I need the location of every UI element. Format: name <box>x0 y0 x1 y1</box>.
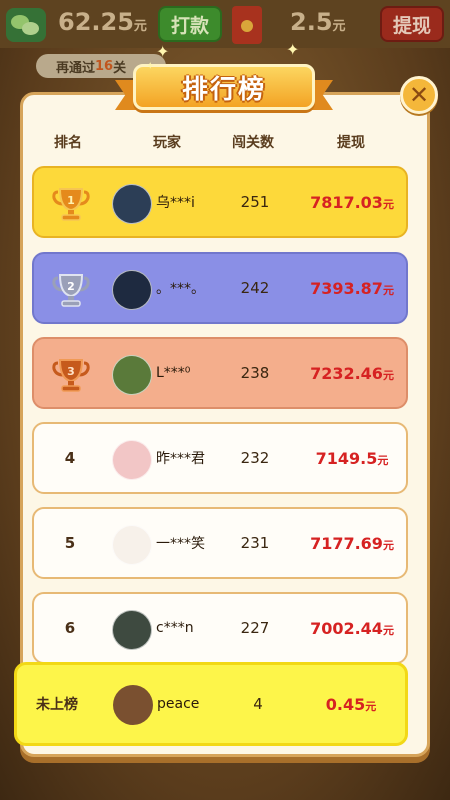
my-rank: 未上榜 <box>36 697 78 713</box>
my-levels: 4 <box>253 695 263 713</box>
wechat-icon <box>6 8 46 42</box>
wechat-balance: 62.25元 <box>58 8 147 36</box>
dakuan-button[interactable]: 打款 <box>158 6 222 42</box>
table-row: 5 一***笑 231 7177.69 元 <box>32 507 408 579</box>
header-withdraw: 提现 <box>337 135 365 151</box>
avatar <box>113 685 153 725</box>
player-name: c***n <box>156 620 194 636</box>
table-row: 1 乌***i 251 7817.03 元 <box>32 166 408 238</box>
withdraw-amount: 7149.5 元 <box>315 448 389 468</box>
avatar <box>112 355 152 395</box>
avatar <box>112 184 152 224</box>
svg-text:2: 2 <box>67 280 75 293</box>
trophy-icon: 3 <box>52 359 90 392</box>
avatar <box>112 525 152 565</box>
page-title: 排行榜 <box>181 74 266 105</box>
my-amount: 0.45 元 <box>325 694 377 714</box>
level-count: 242 <box>240 279 270 297</box>
avatar <box>112 270 152 310</box>
header-player: 玩家 <box>153 135 181 151</box>
table-header: 排名 玩家 闯关数 提现 <box>20 130 430 154</box>
rank-number: 5 <box>64 534 76 552</box>
player-name: 一***笑 <box>156 536 205 552</box>
withdraw-amount: 7002.44 元 <box>310 618 394 638</box>
level-count: 231 <box>240 534 270 552</box>
my-name: peace <box>157 696 200 712</box>
rank-number: 4 <box>64 449 76 467</box>
table-row: 4 昨***君 232 7149.5 元 <box>32 422 408 494</box>
top-bar: 62.25元 打款 2.5元 提现 <box>0 0 450 48</box>
red-packet-icon <box>232 6 262 44</box>
player-name: 乌***i <box>156 195 195 211</box>
table-row: 6 c***n 227 7002.44 元 <box>32 592 408 664</box>
level-count: 238 <box>240 364 270 382</box>
level-count: 251 <box>240 193 270 211</box>
table-row: 2 。***。 242 7393.87 元 <box>32 252 408 324</box>
close-button[interactable]: ✕ <box>400 76 438 114</box>
avatar <box>112 610 152 650</box>
sparkle-icon: ✦ <box>156 42 170 61</box>
level-count: 227 <box>240 619 270 637</box>
avatar <box>112 440 152 480</box>
player-name: L***⁰ <box>156 365 191 381</box>
trophy-icon: 2 <box>52 274 90 307</box>
redpacket-balance: 2.5元 <box>290 8 346 36</box>
withdraw-amount: 7232.46 元 <box>310 363 394 383</box>
withdraw-amount: 7177.69 元 <box>310 533 394 553</box>
header-levels: 闯关数 <box>232 135 274 151</box>
my-rank-row: 未上榜 peace 4 0.45 元 <box>14 662 408 746</box>
header-rank: 排名 <box>54 135 82 151</box>
rank-number: 6 <box>64 619 76 637</box>
withdraw-amount: 7817.03 元 <box>310 192 394 212</box>
withdraw-button[interactable]: 提现 <box>380 6 444 42</box>
svg-text:3: 3 <box>67 365 75 378</box>
trophy-icon: 1 <box>52 188 90 221</box>
svg-text:1: 1 <box>67 194 75 207</box>
player-name: 。***。 <box>156 281 205 297</box>
table-row: 3 L***⁰ 238 7232.46 元 <box>32 337 408 409</box>
sparkle-icon: ✦ <box>146 61 155 72</box>
sparkle-icon: ✦ <box>286 40 300 59</box>
withdraw-amount: 7393.87 元 <box>310 278 394 298</box>
level-count: 232 <box>240 449 270 467</box>
close-icon: ✕ <box>408 81 430 109</box>
player-name: 昨***君 <box>156 451 205 467</box>
